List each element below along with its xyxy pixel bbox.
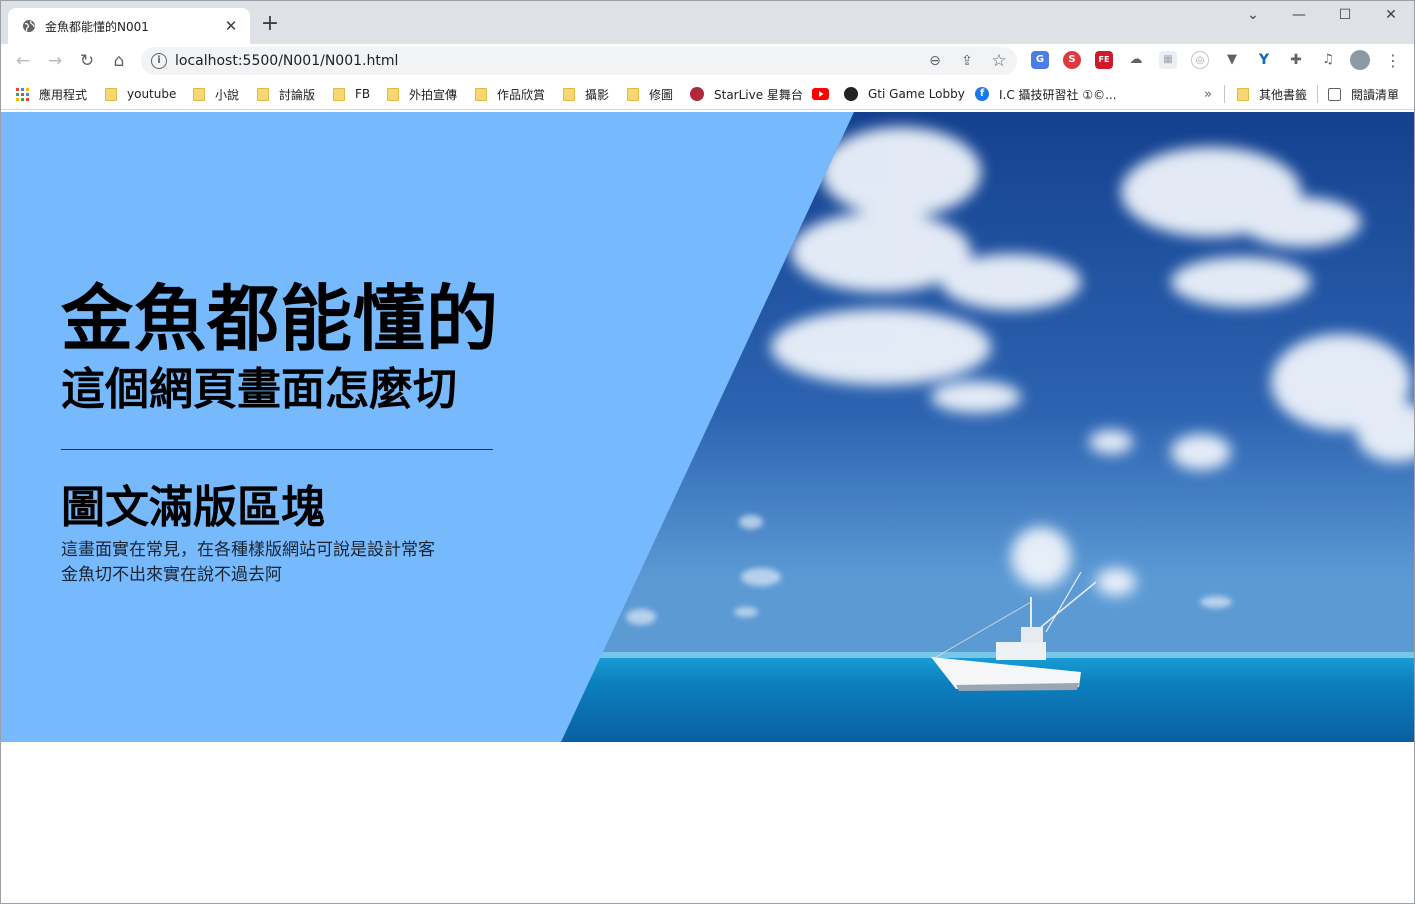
section-title: 圖文滿版區塊 (61, 482, 325, 533)
s-extension-icon[interactable]: S (1063, 51, 1081, 69)
minimize-button[interactable]: — (1276, 4, 1322, 26)
profile-avatar[interactable] (1350, 50, 1370, 70)
bookmark-apps[interactable]: 應用程式 (16, 86, 87, 102)
menu-icon[interactable]: ⋮ (1380, 48, 1406, 74)
hero-text-block: 金魚都能懂的 這個網頁畫面怎麼切 圖文滿版區塊 這畫面實在常見，在各種樣版網站可… (61, 277, 501, 588)
share-icon[interactable]: ⇪ (956, 50, 978, 72)
translate-extension-icon[interactable]: G (1031, 51, 1049, 69)
close-window-button[interactable]: ✕ (1368, 4, 1414, 26)
bookmark-photo-folder[interactable]: 攝影 (563, 86, 609, 102)
url-text[interactable]: localhost:5500/N001/N001.html (175, 53, 398, 69)
game-icon (844, 87, 858, 101)
forward-button[interactable]: → (42, 48, 68, 74)
back-button[interactable]: ← (10, 48, 36, 74)
folder-icon (627, 87, 639, 101)
browser-tab[interactable]: 金魚都能懂的N001 ✕ (8, 8, 250, 44)
reading-list-icon (1328, 87, 1341, 101)
hero-subtitle: 這個網頁畫面怎麼切 (61, 364, 457, 415)
facebook-icon: f (975, 87, 989, 101)
bookmark-works-folder[interactable]: 作品欣賞 (475, 86, 545, 102)
tab-close-icon[interactable]: ✕ (222, 17, 240, 35)
globe-icon (23, 20, 35, 32)
fe-extension-icon[interactable]: FE (1095, 51, 1113, 69)
media-control-icon[interactable]: ♫ (1319, 51, 1337, 69)
bookmark-youtube-folder[interactable]: youtube (105, 86, 176, 102)
folder-icon (105, 87, 117, 101)
bookmark-outdoor-folder[interactable]: 外拍宣傳 (387, 86, 457, 102)
bookmark-gti-game-lobby[interactable]: Gti Game Lobby (844, 86, 965, 102)
tab-title: 金魚都能懂的N001 (45, 19, 149, 34)
bookmark-separator (1224, 85, 1225, 103)
folder-icon (387, 87, 399, 101)
bookmark-novel-folder[interactable]: 小說 (193, 86, 239, 102)
bookmark-starlive[interactable]: StarLive 星舞台 (690, 86, 803, 102)
maximize-button[interactable]: ☐ (1322, 4, 1368, 26)
bookmarks-overflow-button[interactable]: » (1204, 86, 1212, 102)
bookmark-youtube[interactable] (812, 86, 829, 102)
folder-icon (333, 87, 345, 101)
zoom-icon[interactable]: ⊖ (924, 50, 946, 72)
folder-icon (257, 87, 269, 101)
divider-line (61, 449, 493, 450)
section-body-line-1: 這畫面實在常見，在各種樣版網站可說是設計常客 (61, 540, 435, 560)
bookmark-forum-folder[interactable]: 討論版 (257, 86, 315, 102)
bookmarks-bar: 應用程式 youtube 小說 討論版 FB 外拍宣傳 作品欣賞 攝影 修圖 S… (0, 78, 1415, 110)
starlive-icon (690, 87, 704, 101)
new-tab-button[interactable]: + (258, 12, 282, 36)
hero-title: 金魚都能懂的 (61, 277, 500, 361)
reload-button[interactable]: ↻ (74, 48, 100, 74)
cloud-extension-icon[interactable]: ☁ (1127, 51, 1145, 69)
reading-list-button[interactable]: 閱讀清單 (1328, 86, 1399, 102)
hero-section: 金魚都能懂的 這個網頁畫面怎麼切 圖文滿版區塊 這畫面實在常見，在各種樣版網站可… (1, 112, 1414, 742)
address-bar[interactable]: i localhost:5500/N001/N001.html ⊖ ⇪ ☆ (141, 47, 1017, 75)
apps-grid-icon (16, 87, 29, 101)
bookmark-retouch-folder[interactable]: 修圖 (627, 86, 673, 102)
bookmark-separator (1317, 85, 1318, 103)
bookmark-star-icon[interactable]: ☆ (988, 50, 1010, 72)
bookmark-fb-folder[interactable]: FB (333, 86, 370, 102)
vue-extension-icon[interactable]: ▼ (1223, 51, 1241, 69)
extensions-puzzle-icon[interactable]: ✚ (1287, 51, 1305, 69)
title-bar: 金魚都能懂的N001 ✕ + ⌄ — ☐ ✕ (0, 0, 1415, 44)
circle-extension-icon[interactable]: ◎ (1191, 51, 1209, 69)
bookmark-other[interactable]: 其他書籤 (1237, 86, 1307, 102)
folder-icon (475, 87, 487, 101)
tab-search-icon[interactable]: ⌄ (1230, 4, 1276, 26)
site-info-icon[interactable]: i (151, 53, 167, 69)
folder-icon (1237, 87, 1249, 101)
browser-toolbar: ← → ↻ ⌂ i localhost:5500/N001/N001.html … (0, 44, 1415, 78)
folder-icon (563, 87, 575, 101)
folder-icon (193, 87, 205, 101)
section-body-line-2: 金魚切不出來實在說不過去阿 (61, 565, 282, 585)
bookmark-ic-club[interactable]: f I.C 攝技研習社 ①©... (975, 86, 1117, 102)
youtube-icon (812, 88, 829, 100)
home-button[interactable]: ⌂ (106, 48, 132, 74)
y-extension-icon[interactable]: Y (1255, 51, 1273, 69)
grid-extension-icon[interactable]: ▦ (1159, 51, 1177, 69)
